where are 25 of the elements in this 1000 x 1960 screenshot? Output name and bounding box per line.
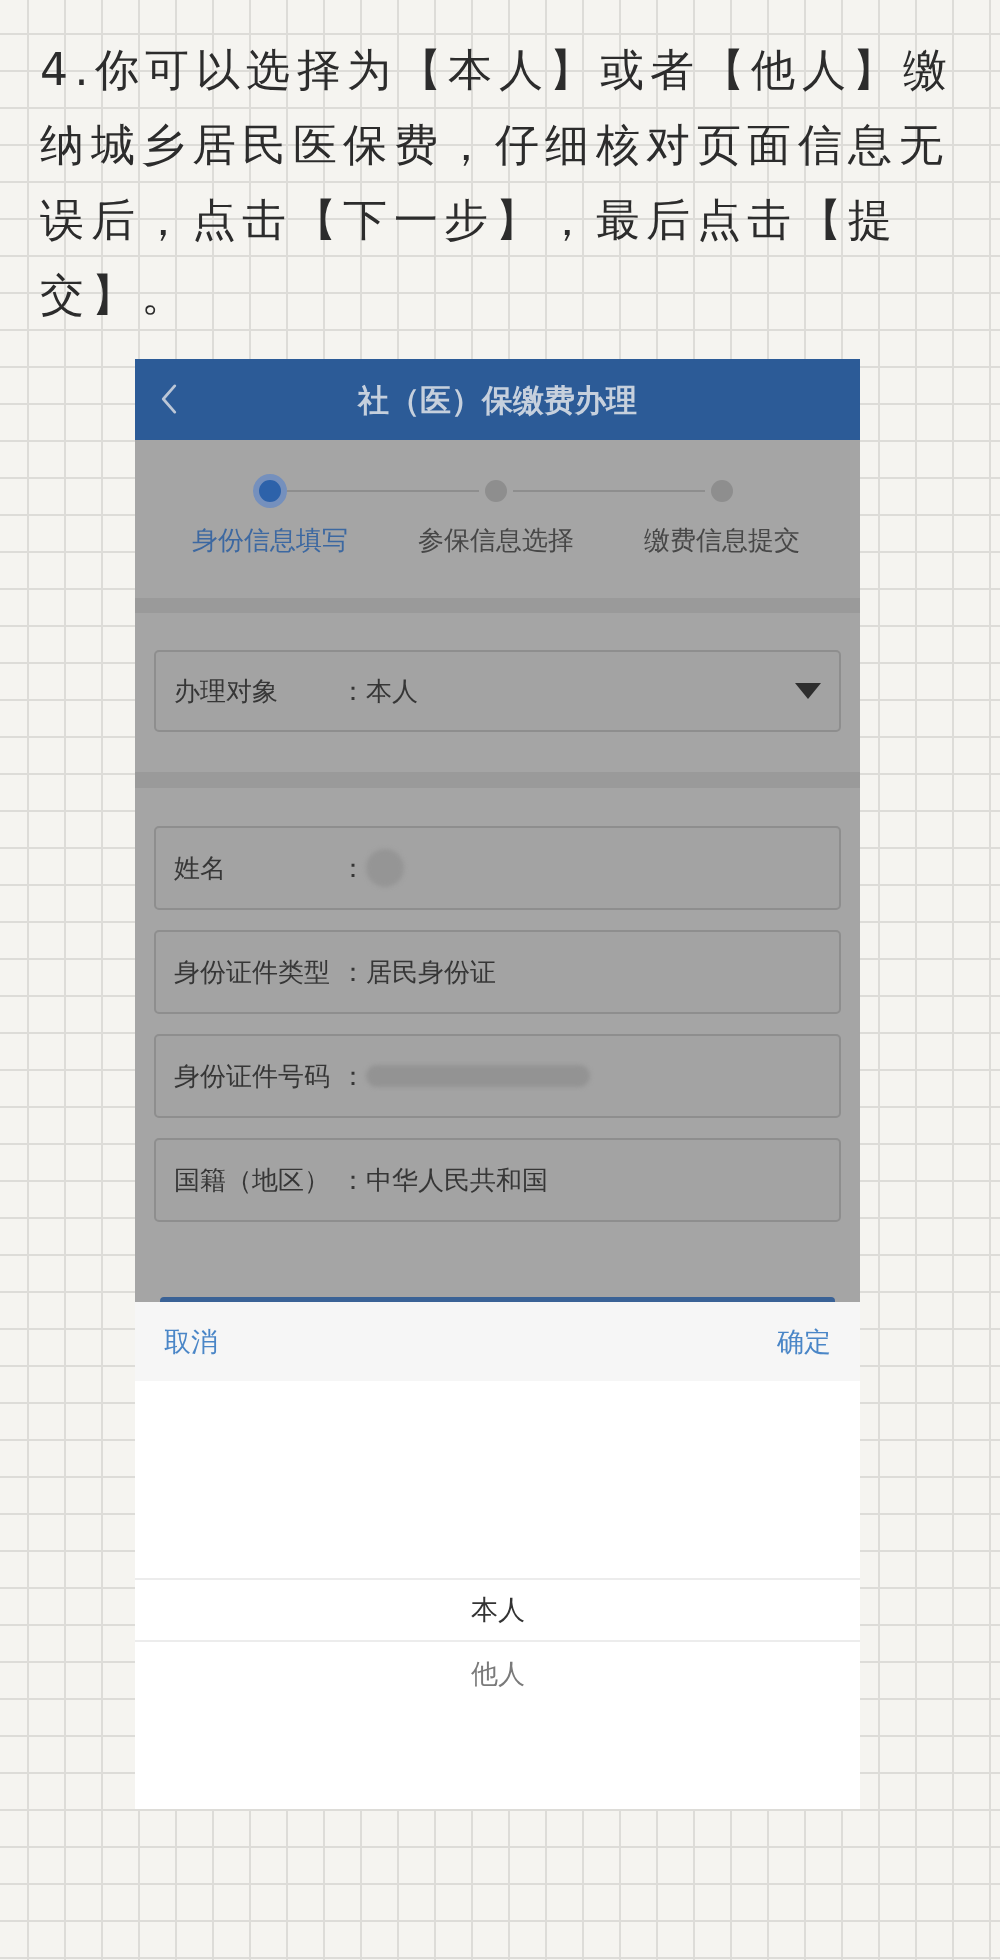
- field-label: 姓名: [174, 852, 227, 885]
- field-value: 中华人民共和国: [366, 1164, 548, 1197]
- field-value: 本人: [366, 675, 419, 708]
- field-colon: ：: [340, 852, 366, 885]
- step-label: 缴费信息提交: [644, 524, 800, 557]
- field-colon: ：: [340, 1164, 366, 1197]
- chevron-left-icon: [161, 384, 177, 414]
- field-colon: ：: [340, 1060, 366, 1093]
- picker-option[interactable]: 本人: [135, 1578, 860, 1642]
- confirm-button[interactable]: 确定: [777, 1323, 831, 1360]
- field-colon: ：: [340, 675, 366, 708]
- field-label: 身份证件号码: [174, 1060, 331, 1093]
- cancel-button[interactable]: 取消: [164, 1323, 218, 1360]
- field-colon: ：: [340, 956, 366, 989]
- select-field[interactable]: 办理对象 ：本人: [154, 650, 841, 732]
- field-label: 办理对象: [174, 675, 279, 708]
- field-label: 身份证件类型: [174, 956, 331, 989]
- caret-down-icon: [795, 683, 821, 699]
- screen-title: 社（医）保缴费办理: [358, 380, 637, 420]
- field-value: 居民身份证: [366, 956, 496, 989]
- field-label: 国籍（地区）: [174, 1164, 331, 1197]
- instruction-text: 4.你可以选择为【本人】或者【他人】缴纳城乡居民医保费，仔细核对页面信息无误后，点击【下一步】，最后点击【提交】。: [40, 43, 955, 322]
- step-label: 身份信息填写: [192, 524, 348, 557]
- step-label: 参保信息选择: [418, 524, 574, 557]
- picker-option[interactable]: 他人: [135, 1642, 860, 1706]
